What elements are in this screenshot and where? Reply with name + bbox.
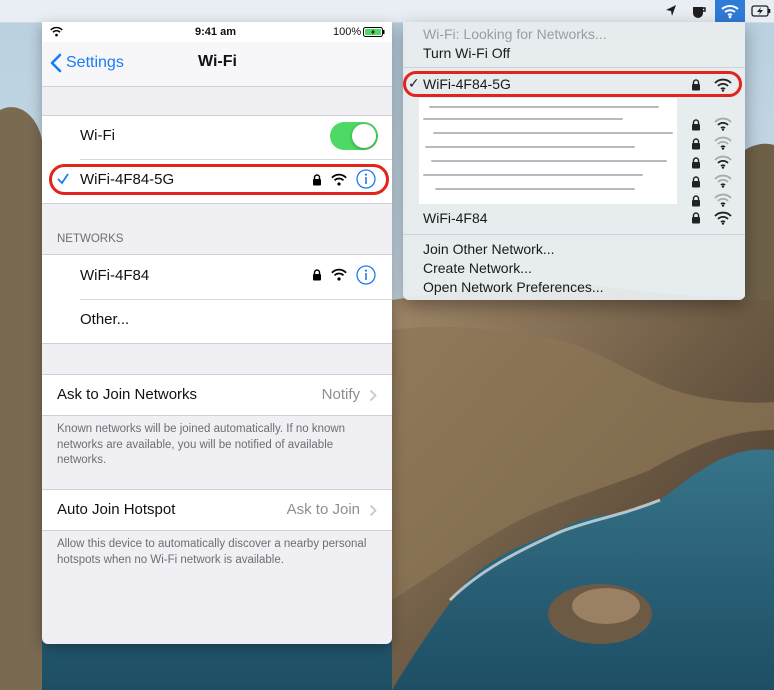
menu-divider [403,67,745,68]
location-arrow-icon[interactable] [664,3,678,19]
lock-icon [692,138,700,150]
ios-status-bar: 9:41 am 100% [42,22,392,42]
menu-divider [403,234,745,235]
chevron-left-icon [50,53,62,73]
page-title: Wi-Fi [198,53,237,70]
wifi-label: Wi-Fi [80,127,115,144]
ask-to-join-row[interactable]: Ask to Join Networks Notify [42,374,392,416]
ask-to-join-label: Ask to Join Networks [57,386,198,403]
status-time: 9:41 am [195,26,236,38]
auto-join-hotspot-label: Auto Join Hotspot [57,501,176,518]
auto-join-hotspot-row[interactable]: Auto Join Hotspot Ask to Join [42,489,392,531]
back-button[interactable]: Settings [50,52,140,76]
ios-wifi-settings: 9:41 am 100% Settings Wi-Fi Wi-Fi WiFi-4… [42,22,392,644]
wifi-signal-icon [714,155,732,169]
status-battery-percent: 100% [333,26,362,38]
lock-icon [313,269,321,281]
row-divider [80,299,392,300]
battery-charging-icon[interactable] [751,3,771,19]
ios-navigation-bar: Settings Wi-Fi [42,42,392,87]
auto-join-hotspot-caption: Allow this device to automatically disco… [57,538,367,566]
toggle-knob [352,124,376,148]
auto-join-hotspot-value: Ask to Join [286,501,360,518]
chevron-right-icon [369,504,377,517]
redacted-network-list [419,98,677,204]
wifi-status-text: Wi-Fi: Looking for Networks... [423,26,607,42]
other-network-item[interactable]: Other... [80,311,129,328]
network-item-wifi-4f84[interactable]: WiFi-4F84 [80,267,149,284]
wifi-signal-icon [331,268,347,281]
lock-icon [692,212,700,224]
networks-group: WiFi-4F84 Other... [42,254,392,344]
wifi-status-icon [50,26,63,37]
wifi-signal-icon [714,117,732,131]
open-network-preferences-item[interactable]: Open Network Preferences... [423,279,604,295]
network-item-wifi-4f84[interactable]: WiFi-4F84 [423,210,488,226]
wifi-signal-icon [714,193,732,207]
app-icon[interactable] [690,3,706,19]
lock-icon [692,176,700,188]
mac-wifi-menu: Wi-Fi: Looking for Networks... Turn Wi-F… [403,22,745,300]
networks-header: NETWORKS [57,233,124,245]
row-divider [80,159,392,160]
info-icon[interactable] [356,265,376,285]
wifi-toggle[interactable] [330,122,378,150]
wifi-icon [721,5,739,19]
battery-icon [363,27,385,37]
lock-icon [692,119,700,131]
turn-wifi-off-item[interactable]: Turn Wi-Fi Off [423,45,510,61]
annotation-highlight [403,71,742,97]
menubar-wifi-button[interactable] [715,0,745,22]
ask-to-join-value: Notify [321,386,360,403]
back-label: Settings [66,54,124,71]
create-network-item[interactable]: Create Network... [423,260,532,276]
mac-menu-bar [0,0,774,23]
lock-icon [692,157,700,169]
lock-icon [692,195,700,207]
ask-to-join-caption: Known networks will be joined automatica… [57,423,346,466]
wifi-signal-icon [714,136,732,150]
annotation-highlight [49,164,389,195]
chevron-right-icon [369,389,377,402]
wifi-signal-icon [714,174,732,188]
join-other-network-item[interactable]: Join Other Network... [423,241,555,257]
wifi-signal-icon [714,211,732,225]
